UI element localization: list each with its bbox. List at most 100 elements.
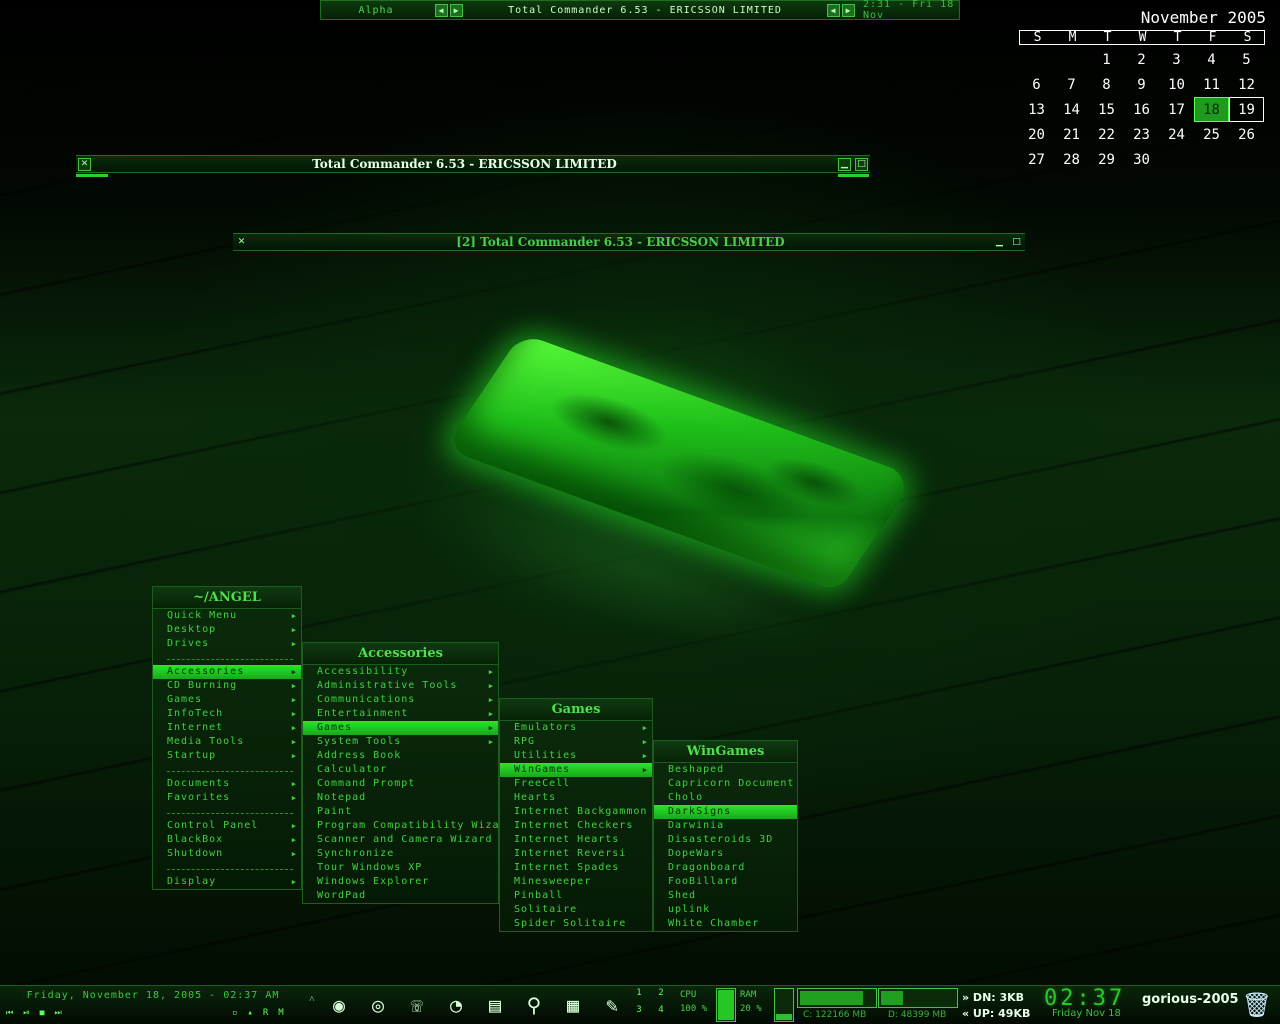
calendar-day[interactable]: 5 [1229, 47, 1264, 72]
arrow-left-icon[interactable]: ◀ [827, 3, 840, 17]
menu-item[interactable]: System Tools ▶ [303, 735, 498, 749]
arrow-left-icon[interactable]: ◀ [435, 3, 448, 17]
calendar-day[interactable]: 23 [1124, 122, 1159, 147]
menu-item[interactable]: Emulators ▶ [500, 721, 652, 735]
menu-item[interactable]: Spider Solitaire [500, 917, 652, 931]
calendar-day[interactable]: 9 [1124, 72, 1159, 97]
menu-item[interactable]: Darwinia [654, 819, 797, 833]
pie-chart-icon[interactable]: ◔ [439, 988, 473, 1022]
menu-item[interactable]: Cholo [654, 791, 797, 805]
menu-item[interactable]: Quick Menu ▶ [153, 609, 301, 623]
menu-item[interactable]: FooBillard [654, 875, 797, 889]
menu-item[interactable]: Program Compatibility Wizard [303, 819, 513, 833]
calendar-day[interactable]: 18 [1194, 97, 1229, 122]
play-pause-icon[interactable]: ⏯ [23, 1008, 29, 1018]
menu-item[interactable]: Display ▶ [153, 875, 301, 889]
mini-control[interactable]: M [278, 1008, 283, 1018]
menu-item[interactable]: Windows Explorer [303, 875, 498, 889]
cd-icon[interactable]: ◎ [361, 988, 395, 1022]
calendar-day[interactable]: 28 [1054, 147, 1089, 172]
workspace-4[interactable]: 4 [650, 1005, 672, 1022]
menu-item[interactable]: Startup ▶ [153, 749, 301, 763]
tray-expand-icon[interactable]: ˄ [309, 994, 315, 1005]
menu-item[interactable]: Entertainment ▶ [303, 707, 498, 721]
menu-item[interactable]: Beshaped [654, 763, 797, 777]
workspace-2[interactable]: 2 [650, 988, 672, 1005]
menu-item[interactable]: Dragonboard [654, 861, 797, 875]
menu-item[interactable]: Shed [654, 889, 797, 903]
menu-item[interactable]: CD Burning ▶ [153, 679, 301, 693]
menu-item[interactable]: Notepad [303, 791, 498, 805]
menu-item[interactable]: Internet ▶ [153, 721, 301, 735]
window-resize-handle[interactable] [76, 174, 108, 177]
calendar-day[interactable]: 3 [1159, 47, 1194, 72]
calendar-day[interactable]: 17 [1159, 97, 1194, 122]
minimize-icon[interactable]: ▁ [993, 236, 1006, 249]
menu-item[interactable]: Internet Reversi [500, 847, 652, 861]
books-icon[interactable]: ▤ [478, 988, 512, 1022]
calendar-day[interactable]: 15 [1089, 97, 1124, 122]
minimize-icon[interactable]: ▁ [838, 157, 851, 171]
close-icon[interactable]: ✕ [235, 236, 248, 249]
previous-track-icon[interactable]: ⏮ [6, 1008, 13, 1018]
workspace-name[interactable]: Alpha [321, 1, 431, 19]
calendar-day[interactable]: 8 [1089, 72, 1124, 97]
menu-item[interactable]: Address Book [303, 749, 498, 763]
calendar-day[interactable]: 29 [1089, 147, 1124, 172]
menu-item[interactable]: Internet Spades [500, 861, 652, 875]
menu-item[interactable]: FreeCell [500, 777, 652, 791]
menu-item[interactable]: Solitaire [500, 903, 652, 917]
calendar-day[interactable]: 14 [1054, 97, 1089, 122]
trash-icon[interactable]: 🗑 [1240, 988, 1274, 1022]
calendar-day[interactable]: 6 [1019, 72, 1054, 97]
menu-item[interactable]: Media Tools ▶ [153, 735, 301, 749]
menu-item[interactable]: RPG ▶ [500, 735, 652, 749]
calendar-day[interactable]: 16 [1124, 97, 1159, 122]
next-track-icon[interactable]: ⏭ [54, 1008, 61, 1018]
stop-icon[interactable]: ■ [40, 1008, 45, 1018]
calendar-day[interactable]: 2 [1124, 47, 1159, 72]
menu-item[interactable]: Utilities ▶ [500, 749, 652, 763]
menu-item[interactable]: Scanner and Camera Wizard [303, 833, 498, 847]
menu-item[interactable]: Accessories ▶ [153, 665, 301, 679]
menu-item[interactable]: DopeWars [654, 847, 797, 861]
calendar-day[interactable]: 26 [1229, 122, 1264, 147]
menu-item[interactable]: Tour Windows XP [303, 861, 498, 875]
calendar-day[interactable]: 12 [1229, 72, 1264, 97]
notepad-icon[interactable]: ✎ [595, 988, 629, 1022]
calendar-day[interactable]: 27 [1019, 147, 1054, 172]
menu-item[interactable]: Games ▶ [153, 693, 301, 707]
calendar-day[interactable]: 25 [1194, 122, 1229, 147]
mini-control[interactable]: R [263, 1008, 268, 1018]
menu-item[interactable]: Internet Checkers [500, 819, 652, 833]
magnifier-icon[interactable]: ⚲ [517, 988, 551, 1022]
calendar-clock-icon[interactable]: ▦ [556, 988, 590, 1022]
menu-item[interactable]: Paint [303, 805, 498, 819]
menu-item[interactable]: WinGames ▶ [500, 763, 652, 777]
menu-item[interactable]: Minesweeper [500, 875, 652, 889]
mini-control[interactable]: ▫ [232, 1008, 237, 1018]
menu-item[interactable]: Administrative Tools ▶ [303, 679, 498, 693]
menu-item[interactable]: Internet Hearts [500, 833, 652, 847]
calendar-day[interactable]: 20 [1019, 122, 1054, 147]
menu-item[interactable]: DarkSigns [654, 805, 797, 819]
menu-item[interactable]: Internet Backgammon [500, 805, 652, 819]
menu-item[interactable]: Disasteroids 3D [654, 833, 797, 847]
menu-item[interactable]: Hearts [500, 791, 652, 805]
calendar-day[interactable]: 1 [1089, 47, 1124, 72]
calendar-day[interactable]: 13 [1019, 97, 1054, 122]
workspace-1[interactable]: 1 [628, 988, 650, 1005]
mini-control[interactable]: ▴ [247, 1008, 252, 1018]
window-titlebar[interactable]: ✕ [2] Total Commander 6.53 - ERICSSON LI… [233, 233, 1025, 251]
menu-item[interactable]: Command Prompt [303, 777, 498, 791]
menu-item[interactable]: Shutdown ▶ [153, 847, 301, 861]
calendar-day[interactable]: 22 [1089, 122, 1124, 147]
menu-item[interactable]: Calculator [303, 763, 498, 777]
calendar-day[interactable]: 30 [1124, 147, 1159, 172]
calendar-day[interactable]: 7 [1054, 72, 1089, 97]
workspace-3[interactable]: 3 [628, 1005, 650, 1022]
calendar-day[interactable]: 24 [1159, 122, 1194, 147]
menu-item[interactable]: Games ▶ [303, 721, 498, 735]
menu-item[interactable]: Pinball [500, 889, 652, 903]
calendar-day[interactable]: 4 [1194, 47, 1229, 72]
